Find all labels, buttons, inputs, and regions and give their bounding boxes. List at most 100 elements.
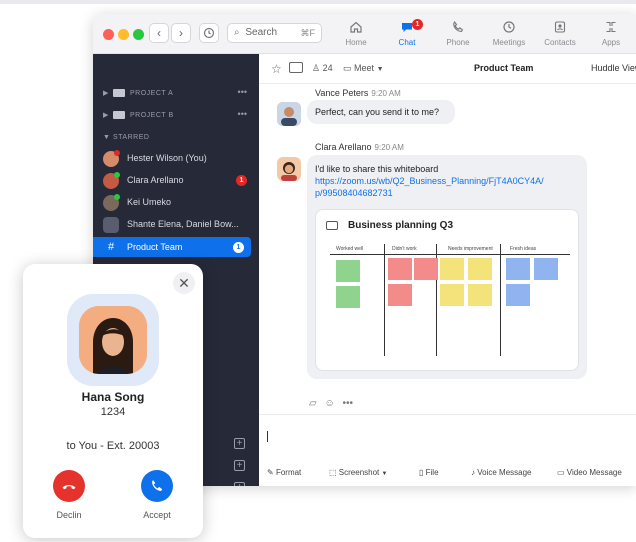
- whiteboard-link[interactable]: https://zoom.us/wb/Q2_Business_Planning/…: [315, 175, 587, 199]
- contacts-icon: [535, 20, 585, 38]
- more-icon[interactable]: •••: [238, 104, 247, 124]
- file-icon: ▯: [419, 468, 424, 477]
- add-icon[interactable]: +: [234, 460, 245, 471]
- search-input[interactable]: ⌕ Search ⌘F: [227, 23, 322, 43]
- sidebar-item-label: Shante Elena, Daniel Bow...: [127, 219, 239, 229]
- toolbar-label: Screenshot: [338, 468, 380, 477]
- screenshot-icon: ⬚: [329, 468, 337, 477]
- home-icon: [331, 20, 381, 38]
- nav-chat[interactable]: 1 Chat: [382, 19, 432, 47]
- sidebar-folder-label: PROJECT A: [130, 90, 174, 97]
- format-icon: ✎: [267, 468, 274, 477]
- unread-badge: 1: [233, 242, 244, 253]
- close-icon[interactable]: ✕: [173, 272, 195, 294]
- caret-right-icon: ▶: [103, 90, 109, 97]
- column-divider: [330, 254, 570, 255]
- folder-move-icon[interactable]: [289, 62, 303, 73]
- format-button[interactable]: ✎ Format: [267, 468, 301, 477]
- message-bubble: I'd like to share this whiteboard https:…: [307, 155, 587, 379]
- whiteboard-title: Business planning Q3: [348, 220, 454, 231]
- sidebar-item-label: Product Team: [127, 242, 183, 252]
- sidebar-item-hester-wilson[interactable]: Hester Wilson (You): [93, 148, 259, 168]
- file-button[interactable]: ▯ File: [419, 468, 439, 477]
- chevron-down-icon: ▼: [376, 66, 384, 73]
- add-icon[interactable]: +: [234, 438, 245, 449]
- decline-button[interactable]: [53, 470, 85, 502]
- sidebar-folder-project-b[interactable]: ▶ PROJECT B •••: [93, 104, 259, 124]
- phone-icon: [433, 20, 483, 38]
- sidebar-item-kei-umeko[interactable]: Kei Umeko: [93, 192, 259, 212]
- sidebar-item-label: Kei Umeko: [127, 197, 172, 207]
- members-count-value: 24: [322, 63, 333, 73]
- nav-apps[interactable]: Apps: [586, 20, 636, 47]
- video-message-button[interactable]: ▭ Video Message: [557, 468, 622, 477]
- toolbar-label: Format: [275, 468, 302, 477]
- sticky-note: [506, 284, 530, 306]
- members-count[interactable]: ♙ 24: [312, 63, 333, 74]
- screenshot-button[interactable]: ⬚ Screenshot ▼: [329, 468, 387, 477]
- zoom-window-button[interactable]: [133, 29, 144, 40]
- meet-label: Meet: [354, 63, 375, 73]
- accept-button[interactable]: [141, 470, 173, 502]
- forward-button[interactable]: ›: [171, 23, 191, 43]
- whiteboard-card[interactable]: Business planning Q3 Worked well Didn't …: [315, 209, 579, 371]
- close-window-button[interactable]: [103, 29, 114, 40]
- sidebar-folder-project-a[interactable]: ▶ PROJECT A •••: [93, 82, 259, 102]
- add-icon[interactable]: +: [234, 482, 245, 486]
- top-edge-strip: [0, 0, 636, 4]
- star-icon[interactable]: ☆: [271, 62, 282, 76]
- column-header: Worked well: [336, 246, 364, 252]
- decline-label: Declin: [56, 510, 82, 520]
- emoji-icon[interactable]: ☺: [324, 398, 334, 409]
- unread-badge: 1: [236, 175, 247, 186]
- video-icon: ▭: [557, 468, 565, 477]
- phone-icon: [152, 480, 163, 491]
- reply-icon[interactable]: ▱: [309, 398, 317, 409]
- voice-message-button[interactable]: ♪ Voice Message: [471, 468, 532, 477]
- toolbar-label: Voice Message: [477, 468, 532, 477]
- nav-phone[interactable]: Phone: [433, 20, 483, 47]
- message-time: 9:20 AM: [371, 89, 401, 98]
- history-button[interactable]: [199, 23, 219, 43]
- group-avatar-icon: [103, 216, 119, 233]
- minimize-window-button[interactable]: [118, 29, 129, 40]
- avatar: [277, 102, 301, 126]
- channel-title: Product Team: [474, 63, 534, 73]
- title-bar: ‹ › ⌕ Search ⌘F Home 1 Chat Phone Meetin…: [93, 14, 636, 54]
- channel-header: ☆ ♙ 24 ▭ Meet ▼ Product Team Huddle View: [259, 54, 636, 84]
- sidebar-item-product-team[interactable]: # Product Team 1: [93, 237, 251, 257]
- nav-contacts[interactable]: Contacts: [535, 20, 585, 47]
- caret-right-icon: ▶: [103, 112, 109, 119]
- sticky-note: [440, 258, 464, 280]
- nav-meetings-label: Meetings: [492, 38, 526, 47]
- sticky-note: [468, 258, 492, 280]
- sidebar-item-label: Clara Arellano: [127, 175, 184, 185]
- sticky-note: [388, 284, 412, 306]
- more-icon[interactable]: •••: [342, 398, 353, 409]
- back-button[interactable]: ‹: [149, 23, 169, 43]
- nav-meetings[interactable]: Meetings: [484, 20, 534, 47]
- history-icon: [203, 27, 215, 39]
- caret-down-icon: ▼: [103, 134, 110, 141]
- huddle-view-button[interactable]: Huddle View: [591, 63, 636, 73]
- sidebar-item-group-chat[interactable]: Shante Elena, Daniel Bow...: [93, 214, 259, 234]
- whiteboard-preview: Worked well Didn't work Needs improvemen…: [330, 244, 570, 362]
- sticky-note: [388, 258, 412, 280]
- message-time: 9:20 AM: [374, 143, 404, 152]
- toolbar-label: Video Message: [566, 468, 622, 477]
- search-shortcut: ⌘F: [300, 28, 316, 38]
- avatar: [103, 149, 120, 167]
- channel-hash-icon: #: [107, 241, 115, 253]
- meet-button[interactable]: ▭ Meet ▼: [343, 63, 384, 74]
- nav-apps-label: Apps: [601, 38, 621, 47]
- message-bubble: Perfect, can you send it to me?: [307, 100, 455, 124]
- nav-home[interactable]: Home: [331, 20, 381, 47]
- caller-name: Hana Song: [81, 390, 145, 404]
- nav-chat-label: Chat: [398, 38, 416, 47]
- incoming-call-card: ✕ Hana Song 1234 to You - Ext. 20003 Dec…: [23, 264, 203, 538]
- more-icon[interactable]: •••: [238, 82, 247, 102]
- sidebar-starred-header[interactable]: ▼ STARRED: [93, 126, 259, 146]
- column-divider: [500, 244, 501, 356]
- sidebar-item-clara-arellano[interactable]: Clara Arellano 1: [93, 170, 259, 190]
- link-text: https://zoom.us/wb/Q2_Business_Planning/…: [315, 176, 544, 186]
